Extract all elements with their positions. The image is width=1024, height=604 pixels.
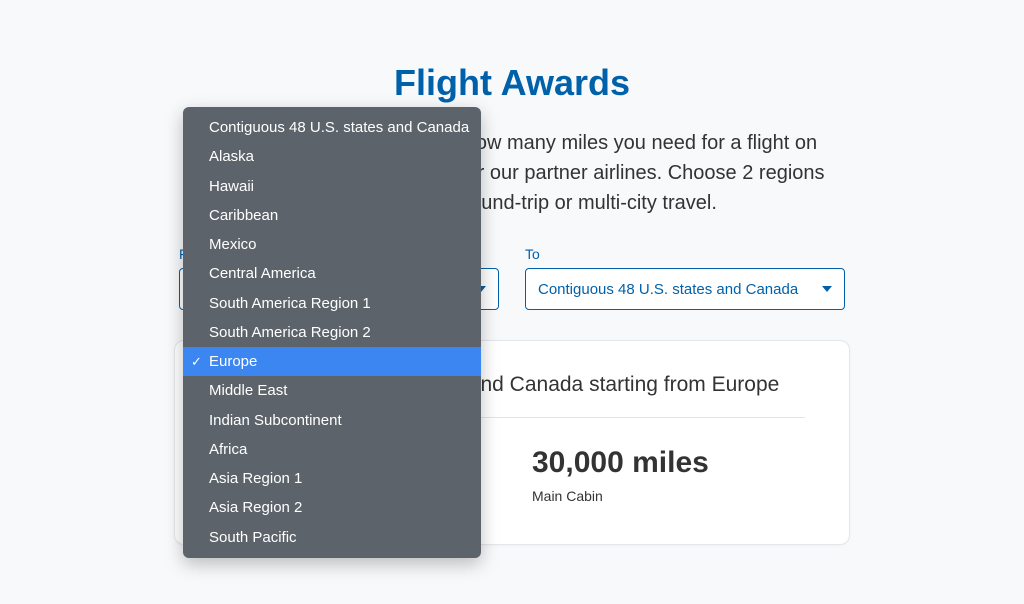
dropdown-item-label: South Pacific <box>209 529 297 546</box>
to-field-group: To Contiguous 48 U.S. states and Canada <box>525 246 845 310</box>
dropdown-item[interactable]: ✓ Europe <box>183 347 481 376</box>
dropdown-item[interactable]: ✓Alaska <box>183 142 481 171</box>
dropdown-item[interactable]: ✓Central America <box>183 259 481 288</box>
dropdown-item[interactable]: ✓Caribbean <box>183 201 481 230</box>
award-miles: 30,000 miles <box>532 446 825 480</box>
dropdown-item[interactable]: ✓South America Region 2 <box>183 318 481 347</box>
dropdown-item[interactable]: ✓Hawaii <box>183 172 481 201</box>
dropdown-item[interactable]: ✓Middle East <box>183 376 481 405</box>
dropdown-item-label: Caribbean <box>209 207 278 224</box>
dropdown-item-label: Indian Subcontinent <box>209 412 342 429</box>
dropdown-item[interactable]: ✓Asia Region 1 <box>183 464 481 493</box>
dropdown-item-label: Mexico <box>209 236 257 253</box>
page-title: Flight Awards <box>0 62 1024 104</box>
dropdown-item[interactable]: ✓Africa <box>183 435 481 464</box>
chevron-down-icon <box>822 286 832 292</box>
dropdown-item-label: Middle East <box>209 382 287 399</box>
dropdown-item[interactable]: ✓Indian Subcontinent <box>183 406 481 435</box>
dropdown-item-label: Hawaii <box>209 178 254 195</box>
dropdown-item[interactable]: ✓South Pacific <box>183 523 481 552</box>
dropdown-item-label: Africa <box>209 441 247 458</box>
to-select-value: Contiguous 48 U.S. states and Canada <box>538 281 798 298</box>
dropdown-item-label: Asia Region 2 <box>209 499 302 516</box>
dropdown-item[interactable]: ✓Mexico <box>183 230 481 259</box>
region-form: From Europe To Contiguous 48 U.S. states… <box>0 246 1024 310</box>
dropdown-item-label: South America Region 1 <box>209 295 371 312</box>
award-tile: 30,000 miles Main Cabin <box>532 446 825 504</box>
from-dropdown[interactable]: ✓Contiguous 48 U.S. states and Canada✓Al… <box>183 107 481 558</box>
dropdown-item[interactable]: ✓South America Region 1 <box>183 289 481 318</box>
dropdown-item-label: Alaska <box>209 148 254 165</box>
dropdown-item-label: Asia Region 1 <box>209 470 302 487</box>
dropdown-item-label: Contiguous 48 U.S. states and Canada <box>209 119 469 136</box>
dropdown-item-label: South America Region 2 <box>209 324 371 341</box>
check-icon: ✓ <box>191 352 202 372</box>
dropdown-item[interactable]: ✓Contiguous 48 U.S. states and Canada <box>183 113 481 142</box>
dropdown-item[interactable]: ✓Asia Region 2 <box>183 493 481 522</box>
to-label: To <box>525 246 845 262</box>
dropdown-item-label: Central America <box>209 265 316 282</box>
award-label: Main Cabin <box>532 488 825 504</box>
dropdown-item-label: Europe <box>209 353 257 370</box>
to-select[interactable]: Contiguous 48 U.S. states and Canada <box>525 268 845 310</box>
